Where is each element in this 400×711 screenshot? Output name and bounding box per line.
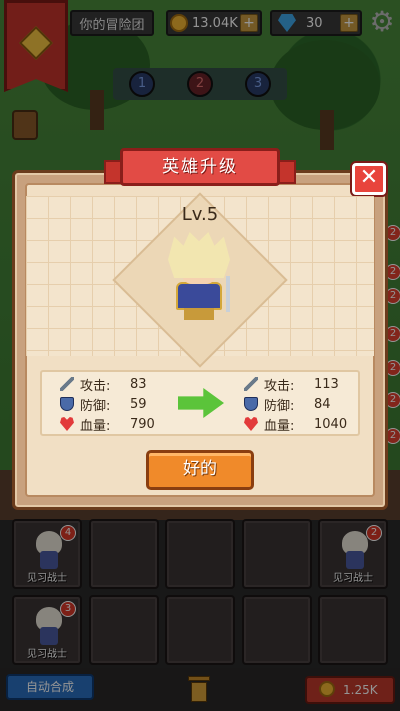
stat-value: 59 (130, 396, 147, 412)
stats-after: 攻击: 113 防御: 84 血量: 1040 (244, 374, 347, 434)
dialog-title: 英雄升级 (120, 148, 280, 186)
stats-before: 攻击: 83 防御: 59 血量: 790 (60, 374, 155, 434)
sword (226, 276, 230, 312)
stat-hp-after: 血量: 1040 (244, 414, 347, 434)
hero-portrait (164, 232, 236, 322)
hero-hair (168, 232, 230, 278)
stat-label: 防御: (80, 398, 111, 414)
stat-label: 血量: (80, 418, 111, 434)
hero-legs (184, 308, 214, 320)
stat-value: 83 (130, 376, 147, 392)
shield-icon (60, 397, 74, 411)
stat-value: 1040 (314, 416, 348, 432)
hero-armor (176, 282, 222, 310)
stat-label: 血量: (264, 418, 295, 434)
sword-icon (244, 377, 258, 391)
stat-defense-after: 防御: 84 (244, 394, 347, 414)
hero-level: Lv.5 (181, 204, 219, 225)
stat-attack-after: 攻击: 113 (244, 374, 347, 394)
ribbon-tail-right (278, 160, 296, 184)
stat-attack-before: 攻击: 83 (60, 374, 155, 394)
stat-value: 84 (314, 396, 331, 412)
ok-button[interactable]: 好的 (146, 450, 254, 490)
stat-label: 攻击: (264, 378, 295, 394)
heart-icon (244, 417, 258, 431)
close-button[interactable]: ✕ (352, 163, 386, 195)
heart-icon (60, 417, 74, 431)
stat-value: 790 (130, 416, 155, 432)
stat-hp-before: 血量: 790 (60, 414, 155, 434)
stat-value: 113 (314, 376, 339, 392)
sword-icon (60, 377, 74, 391)
stat-label: 攻击: (80, 378, 111, 394)
stat-defense-before: 防御: 59 (60, 394, 155, 414)
shield-icon (244, 397, 258, 411)
stat-label: 防御: (264, 398, 295, 414)
